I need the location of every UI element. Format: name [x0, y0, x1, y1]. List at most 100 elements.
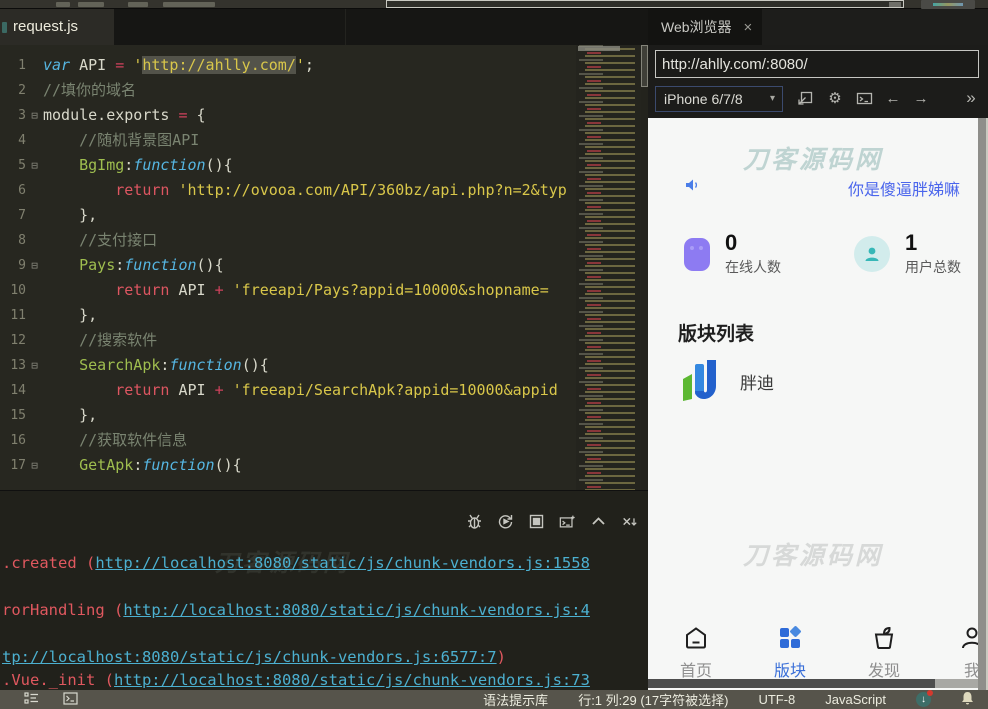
- tab-me[interactable]: 我: [944, 621, 978, 681]
- fold-toggle-icon[interactable]: ⊟: [26, 253, 43, 278]
- tab-discover[interactable]: 发现: [856, 621, 912, 681]
- close-icon[interactable]: ×: [744, 19, 753, 36]
- home-icon: [668, 621, 724, 651]
- terminal-icon[interactable]: [63, 692, 78, 708]
- web-browser-panel: Web浏览器 × iPhone 6/7/8 ▾ ⚙ ← → » 刀客源码网: [648, 9, 988, 690]
- more-chevrons-icon[interactable]: »: [960, 88, 982, 108]
- open-external-icon[interactable]: [794, 88, 816, 108]
- gear-icon[interactable]: ⚙: [824, 88, 846, 108]
- fold-toggle-icon[interactable]: ⊟: [26, 353, 43, 378]
- update-icon[interactable]: ↓: [916, 692, 931, 707]
- code-line: 1var API = 'http://ahlly.com/';: [0, 53, 576, 78]
- code-line: 4 //随机背景图API: [0, 128, 576, 153]
- outline-list-icon[interactable]: [24, 692, 39, 708]
- minimap-selection: [578, 46, 620, 51]
- url-input[interactable]: [655, 50, 979, 78]
- basket-icon: [856, 621, 912, 651]
- stat-value: 0: [725, 231, 781, 255]
- code-line: 14 return API + 'freeapi/SearchApk?appid…: [0, 378, 576, 403]
- bell-icon[interactable]: [961, 691, 974, 708]
- collapse-panel-icon[interactable]: [590, 513, 607, 530]
- clear-console-icon[interactable]: [621, 513, 638, 530]
- fold-toggle-icon[interactable]: ⊟: [26, 103, 43, 128]
- toolbar-menu-fragment[interactable]: [128, 2, 148, 7]
- editor-scrollbar[interactable]: [641, 45, 648, 490]
- code-line: 13⊟ SearchApk:function(){: [0, 353, 576, 378]
- minimap[interactable]: [576, 45, 641, 490]
- console-line: tp://localhost:8080/static/js/chunk-vend…: [2, 648, 506, 666]
- tab-sections[interactable]: 版块: [762, 621, 818, 681]
- browser-tabstrip: Web浏览器 ×: [648, 9, 988, 45]
- new-terminal-icon[interactable]: [559, 513, 576, 530]
- console-source-link[interactable]: tp://localhost:8080/static/js/chunk-vend…: [2, 648, 497, 666]
- console-source-link[interactable]: http://localhost:8080/static/js/chunk-ve…: [114, 671, 590, 689]
- hscroll-thumb[interactable]: [648, 679, 935, 688]
- forum-name: 胖迪: [740, 369, 774, 394]
- language-mode-status[interactable]: JavaScript: [825, 692, 886, 707]
- stop-icon[interactable]: [528, 513, 545, 530]
- grid-icon: [762, 621, 818, 651]
- horizontal-scrollbar[interactable]: [648, 679, 978, 688]
- fold-toggle-icon[interactable]: ⊟: [26, 153, 43, 178]
- terminal-icon[interactable]: [853, 88, 875, 108]
- stat-online-users: 0 在线人数: [684, 231, 781, 277]
- device-label: iPhone 6/7/8: [664, 91, 743, 107]
- forward-arrow-icon[interactable]: →: [910, 88, 932, 108]
- code-line: 15 },: [0, 403, 576, 428]
- person-icon: [944, 621, 978, 651]
- tab-label: request.js: [13, 18, 78, 35]
- console-error-text: .Vue._init (: [2, 671, 114, 689]
- code-editor[interactable]: 1var API = 'http://ahlly.com/';2//填你的域名3…: [0, 45, 648, 490]
- stats-row: 0 在线人数 1 用户总数: [648, 231, 978, 285]
- hbuilderx-window: request.js 1var API = 'http://ahlly.com/…: [0, 0, 988, 709]
- tab-label: 发现: [856, 657, 912, 681]
- tab-web-browser[interactable]: Web浏览器 ×: [648, 9, 762, 45]
- debug-bug-icon[interactable]: [466, 513, 483, 530]
- code-line: 9⊟ Pays:function(){: [0, 253, 576, 278]
- console-line: .created (http://localhost:8080/static/j…: [2, 554, 590, 572]
- syntax-library-status[interactable]: 语法提示库: [483, 690, 548, 709]
- tab-label: Web浏览器: [661, 19, 732, 35]
- code-line: 5⊟ BgImg:function(){: [0, 153, 576, 178]
- notification-badge: [927, 690, 933, 696]
- announcement-text: 你是傻逼胖娣嘛: [848, 176, 960, 200]
- top-toolbar: [0, 0, 988, 9]
- code-line: 11 },: [0, 303, 576, 328]
- tabstrip-divider: [345, 9, 346, 45]
- browser-controls: iPhone 6/7/8 ▾ ⚙ ← → »: [648, 85, 988, 113]
- status-bar: 语法提示库 行:1 列:29 (17字符被选择) UTF-8 JavaScrip…: [0, 690, 988, 709]
- cursor-position-status[interactable]: 行:1 列:29 (17字符被选择): [578, 690, 728, 709]
- tab-label: 版块: [762, 657, 818, 681]
- toolbar-search-input[interactable]: [386, 0, 904, 8]
- user-icon: [854, 236, 890, 272]
- forum-list-item[interactable]: 胖迪: [678, 355, 774, 407]
- search-go-button[interactable]: [889, 2, 901, 7]
- forum-logo: [678, 355, 725, 407]
- toolbar-menu-fragment[interactable]: [78, 2, 104, 7]
- announcement-bar: 你是傻逼胖娣嘛: [648, 175, 978, 199]
- editor-column: request.js 1var API = 'http://ahlly.com/…: [0, 9, 648, 690]
- tab-label: 首页: [668, 657, 724, 681]
- code-line: 6 return 'http://ovooa.com/API/360bz/api…: [0, 178, 576, 203]
- console-source-link[interactable]: http://localhost:8080/static/js/chunk-ve…: [95, 554, 590, 572]
- toolbar-icon[interactable]: [56, 2, 70, 7]
- editor-tabstrip: request.js: [0, 9, 648, 45]
- restart-icon[interactable]: [497, 513, 514, 530]
- tab-request-js[interactable]: request.js: [0, 9, 114, 45]
- vertical-scrollbar[interactable]: [978, 118, 988, 690]
- code-line: 16 //获取软件信息: [0, 428, 576, 453]
- encoding-status[interactable]: UTF-8: [758, 692, 795, 707]
- editor-scrollbar-thumb[interactable]: [641, 45, 648, 87]
- toolbar-menu-fragment[interactable]: [163, 2, 215, 7]
- console-error-text: .created (: [2, 554, 95, 572]
- back-arrow-icon[interactable]: ←: [882, 88, 904, 108]
- device-select[interactable]: iPhone 6/7/8 ▾: [655, 86, 783, 112]
- tab-label: 我: [944, 657, 978, 681]
- toolbar-run-button[interactable]: [921, 0, 975, 9]
- fold-toggle-icon[interactable]: ⊟: [26, 453, 43, 478]
- watermark: 刀客源码网: [648, 140, 978, 176]
- tab-home[interactable]: 首页: [668, 621, 724, 681]
- code-line: 17⊟ GetApk:function(){: [0, 453, 576, 478]
- console-source-link[interactable]: http://localhost:8080/static/js/chunk-ve…: [123, 601, 590, 619]
- code-line: 8 //支付接口: [0, 228, 576, 253]
